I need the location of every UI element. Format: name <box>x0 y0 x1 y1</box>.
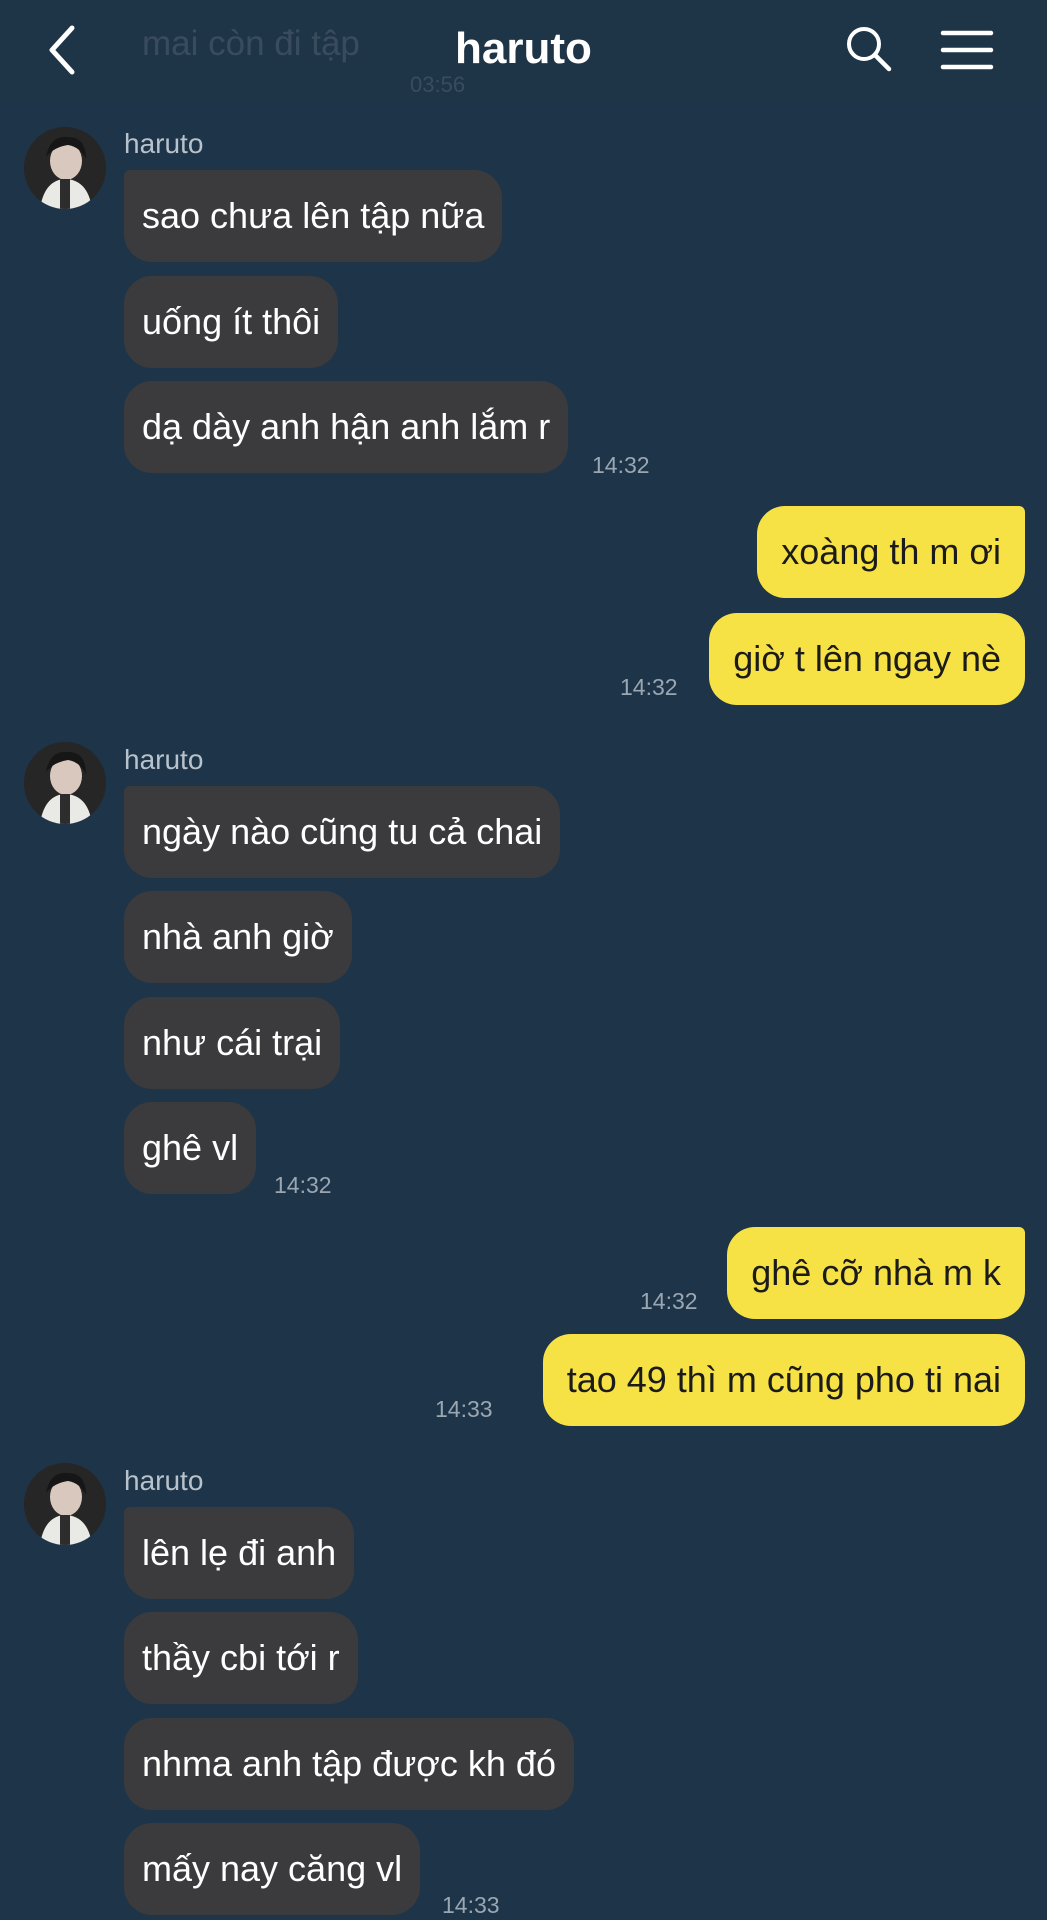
message-time: 14:32 <box>620 674 678 700</box>
incoming-message[interactable]: sao chưa lên tập nữa <box>124 170 503 262</box>
incoming-message[interactable]: nhma anh tập được kh đó <box>124 1718 574 1810</box>
menu-icon[interactable] <box>940 28 994 72</box>
scrolled-message-time: 03:56 <box>410 72 466 97</box>
chat-header: mai còn đi tập 03:56 haruto <box>0 0 1047 100</box>
message-time: 14:33 <box>442 1892 500 1918</box>
incoming-message[interactable]: mấy nay căng vl <box>124 1823 421 1915</box>
outgoing-message[interactable]: ghê cỡ nhà m k <box>727 1227 1025 1319</box>
outgoing-message[interactable]: tao 49 thì m cũng pho ti nai <box>542 1334 1025 1426</box>
incoming-message[interactable]: ghê vl <box>124 1102 257 1194</box>
incoming-message[interactable]: dạ dày anh hận anh lắm r <box>124 381 569 473</box>
message-time: 14:32 <box>274 1172 332 1198</box>
outgoing-message[interactable]: giờ t lên ngay nè <box>709 613 1025 705</box>
message-time: 14:33 <box>435 1396 493 1422</box>
incoming-message[interactable]: như cái trại <box>124 997 341 1089</box>
incoming-message[interactable]: lên lẹ đi anh <box>124 1507 355 1599</box>
search-icon[interactable] <box>844 24 894 74</box>
incoming-message[interactable]: nhà anh giờ <box>124 891 352 983</box>
sender-name: haruto <box>124 128 204 159</box>
incoming-message[interactable]: thầy cbi tới r <box>124 1612 358 1704</box>
sender-name: haruto <box>124 744 204 775</box>
sender-name: haruto <box>124 1465 204 1496</box>
outgoing-message[interactable]: xoàng th m ơi <box>757 506 1025 598</box>
avatar[interactable] <box>24 1463 106 1545</box>
message-time: 14:32 <box>640 1288 698 1314</box>
avatar[interactable] <box>24 742 106 824</box>
incoming-message[interactable]: ngày nào cũng tu cả chai <box>124 786 561 878</box>
avatar[interactable] <box>24 127 106 209</box>
incoming-message[interactable]: uống ít thôi <box>124 276 339 368</box>
message-time: 14:32 <box>592 452 650 478</box>
